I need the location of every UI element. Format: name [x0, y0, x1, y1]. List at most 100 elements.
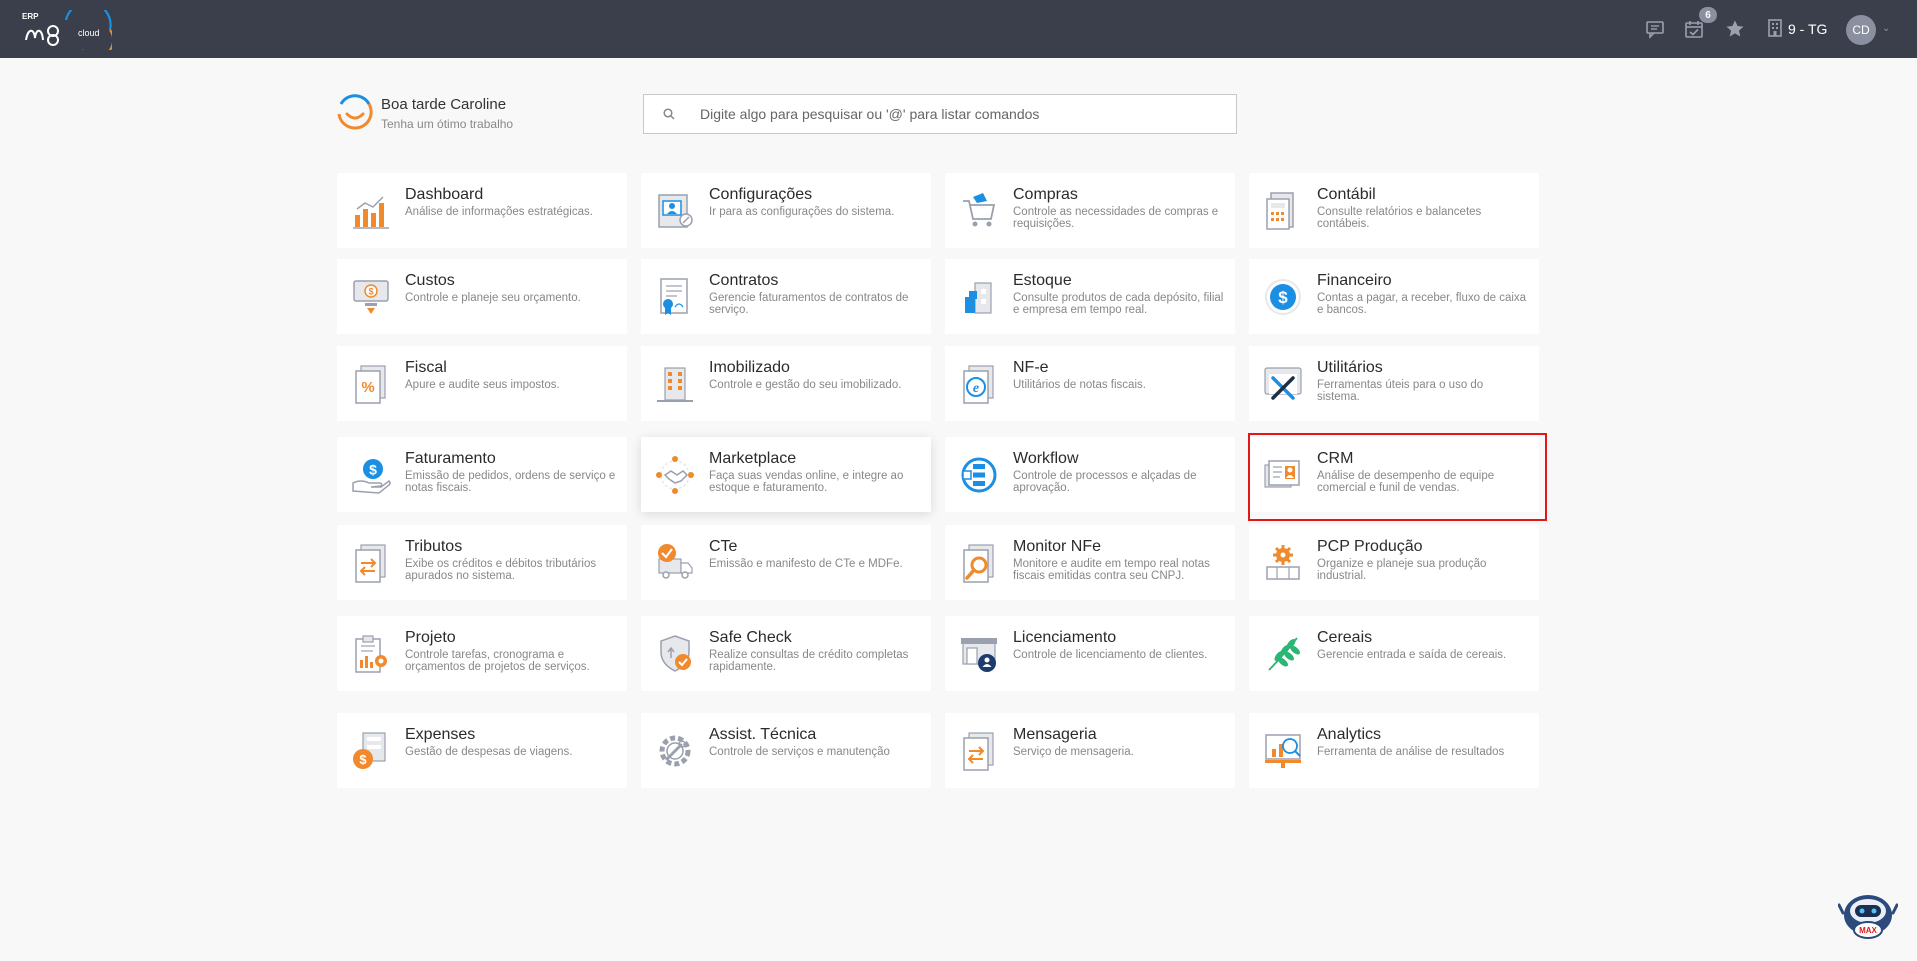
svg-text:$: $ — [369, 461, 377, 477]
module-title: Workflow — [1013, 450, 1079, 467]
module-title: Contábil — [1317, 186, 1376, 203]
module-title: Cereais — [1317, 629, 1373, 646]
magnifier-document-icon — [945, 525, 1013, 600]
module-title: Mensageria — [1013, 726, 1097, 743]
module-description: Exibe os créditos e débitos tributários … — [405, 558, 597, 582]
module-card-tributos[interactable]: Tributos Exibe os créditos e débitos trib… — [337, 525, 627, 600]
module-card-financeiro[interactable]: $ Financeiro Contas a pagar, a receber, fl… — [1249, 259, 1539, 334]
calculator-icon — [1249, 173, 1317, 248]
cost-monitor-icon: $ — [337, 259, 405, 334]
module-card-fiscal[interactable]: % Fiscal Apure e audite seus impostos. — [337, 346, 627, 421]
tools-icon — [1249, 346, 1317, 421]
license-store-icon — [945, 616, 1013, 691]
module-description: Controle de processos e alçadas de aprov… — [1013, 470, 1197, 494]
module-card-compras[interactable]: Compras Controle as necessidades de compr… — [945, 173, 1235, 248]
module-card-faturamento[interactable]: $ Faturamento Emissão de pedidos, ordens d… — [337, 437, 627, 512]
module-description: Consulte produtos de cada depósito, fili… — [1013, 292, 1224, 316]
module-description: Análise de informações estratégicas. — [405, 206, 593, 218]
module-description: Gestão de despesas de viagens. — [405, 746, 573, 758]
truck-check-icon — [641, 525, 709, 600]
m8-cloud-logo[interactable]: ERP cloud — [22, 10, 112, 50]
percent-document-icon: % — [337, 346, 405, 421]
avatar[interactable]: CD — [1846, 15, 1876, 45]
module-card-workflow[interactable]: Workflow Controle de processos e alçadas … — [945, 437, 1235, 512]
leaf-icon — [1249, 616, 1317, 691]
module-card-cte[interactable]: CTe Emissão e manifesto de CTe e MDFe. — [641, 525, 931, 600]
max-assistant-bot[interactable]: MAX — [1837, 885, 1899, 945]
billing-hand-icon: $ — [337, 437, 405, 512]
module-description: Consulte relatórios e balancetes contábe… — [1317, 206, 1482, 230]
svg-text:$: $ — [359, 752, 367, 767]
greeting-title: Boa tarde Caroline — [381, 96, 507, 113]
module-card-safe-check[interactable]: Safe Check Realize consultas de crédito c… — [641, 616, 931, 691]
nfe-document-icon: e — [945, 346, 1013, 421]
module-description: Análise de desempenho de equipe comercia… — [1317, 470, 1495, 494]
settings-profile-icon — [641, 173, 709, 248]
module-description: Apure e audite seus impostos. — [405, 379, 560, 391]
dollar-circle-icon: $ — [1249, 259, 1317, 334]
company-label: 9 - TG — [1788, 21, 1828, 37]
module-card-analytics[interactable]: Analytics Ferramenta de análise de result… — [1249, 713, 1539, 788]
logo-cloud-text: cloud — [78, 28, 100, 38]
module-description: Controle e planeje seu orçamento. — [405, 292, 581, 304]
shield-check-icon — [641, 616, 709, 691]
module-description: Controle de serviços e manutenção — [709, 746, 890, 758]
chat-icon[interactable] — [1643, 17, 1667, 41]
module-card-imobilizado[interactable]: Imobilizado Controle e gestão do seu imob… — [641, 346, 931, 421]
tax-transfer-icon — [337, 525, 405, 600]
module-card-custos[interactable]: $ Custos Controle e planeje seu orçamento. — [337, 259, 627, 334]
expense-dollar-icon: $ — [337, 713, 405, 788]
module-title: Monitor NFe — [1013, 538, 1102, 555]
crm-cards-icon — [1249, 437, 1317, 512]
module-description: Gerencie faturamentos de contratos de se… — [709, 292, 909, 316]
module-description: Realize consultas de crédito completas r… — [709, 649, 909, 673]
building-asset-icon — [641, 346, 709, 421]
module-card-cont-bil[interactable]: Contábil Consulte relatórios e balancetes… — [1249, 173, 1539, 248]
module-card-pcp-produ-o[interactable]: PCP Produção Organize e planeje sua produ… — [1249, 525, 1539, 600]
module-title: NF-e — [1013, 359, 1049, 376]
module-description: Faça suas vendas online, e integre ao es… — [709, 470, 904, 494]
shopping-cart-icon — [945, 173, 1013, 248]
greeting-logo-icon — [335, 92, 375, 132]
module-card-projeto[interactable]: Projeto Controle tarefas, cronograma e or… — [337, 616, 627, 691]
module-card-contratos[interactable]: Contratos Gerencie faturamentos de contra… — [641, 259, 931, 334]
module-card-dashboard[interactable]: Dashboard Análise de informações estratég… — [337, 173, 627, 248]
module-description: Emissão de pedidos, ordens de serviço e … — [405, 470, 616, 494]
module-card-crm[interactable]: CRM Análise de desempenho de equipe comer… — [1249, 437, 1539, 512]
module-card-mensageria[interactable]: Mensageria Serviço de mensageria. — [945, 713, 1235, 788]
module-description: Utilitários de notas fiscais. — [1013, 379, 1146, 391]
module-description: Monitore e audite em tempo real notas fi… — [1013, 558, 1210, 582]
module-title: CRM — [1317, 450, 1354, 467]
message-transfer-icon — [945, 713, 1013, 788]
module-card-expenses[interactable]: $ Expenses Gestão de despesas de viagens. — [337, 713, 627, 788]
module-title: Imobilizado — [709, 359, 790, 376]
greeting-subtitle: Tenha um ótimo trabalho — [381, 117, 514, 131]
module-description: Controle as necessidades de compras e re… — [1013, 206, 1219, 230]
module-description: Controle tarefas, cronograma e orçamento… — [405, 649, 590, 673]
workflow-icon — [945, 437, 1013, 512]
search-input[interactable] — [694, 106, 1236, 122]
module-title: Analytics — [1317, 726, 1382, 743]
command-search[interactable] — [643, 94, 1237, 134]
module-title: Custos — [405, 272, 455, 289]
module-title: Estoque — [1013, 272, 1072, 289]
module-description: Controle de licenciamento de clientes. — [1013, 649, 1208, 661]
module-title: Financeiro — [1317, 272, 1392, 289]
chevron-down-icon[interactable]: ⌄ — [1882, 23, 1890, 34]
contract-icon — [641, 259, 709, 334]
module-card-estoque[interactable]: Estoque Consulte produtos de cada depósit… — [945, 259, 1235, 334]
star-icon[interactable] — [1723, 17, 1747, 41]
module-card-assist-t-cnica[interactable]: Assist. Técnica Controle de serviços e ma… — [641, 713, 931, 788]
module-card-nf-e[interactable]: e NF-e Utilitários de notas fiscais. — [945, 346, 1235, 421]
module-card-licenciamento[interactable]: Licenciamento Controle de licenciamento d… — [945, 616, 1235, 691]
top-bar: ERP cloud 6 9 - TG CD ⌄ — [0, 0, 1917, 58]
module-card-cereais[interactable]: Cereais Gerencie entrada e saída de cerea… — [1249, 616, 1539, 691]
module-card-marketplace[interactable]: Marketplace Faça suas vendas online, e in… — [641, 437, 931, 512]
analytics-board-icon — [1249, 713, 1317, 788]
module-card-monitor-nfe[interactable]: Monitor NFe Monitore e audite em tempo re… — [945, 525, 1235, 600]
company-selector[interactable]: 9 - TG — [1768, 18, 1827, 40]
module-title: Licenciamento — [1013, 629, 1117, 646]
module-card-configura-es[interactable]: Configurações Ir para as configurações do… — [641, 173, 931, 248]
module-card-utilit-rios[interactable]: Utilitários Ferramentas úteis para o uso … — [1249, 346, 1539, 421]
module-title: Marketplace — [709, 450, 797, 467]
